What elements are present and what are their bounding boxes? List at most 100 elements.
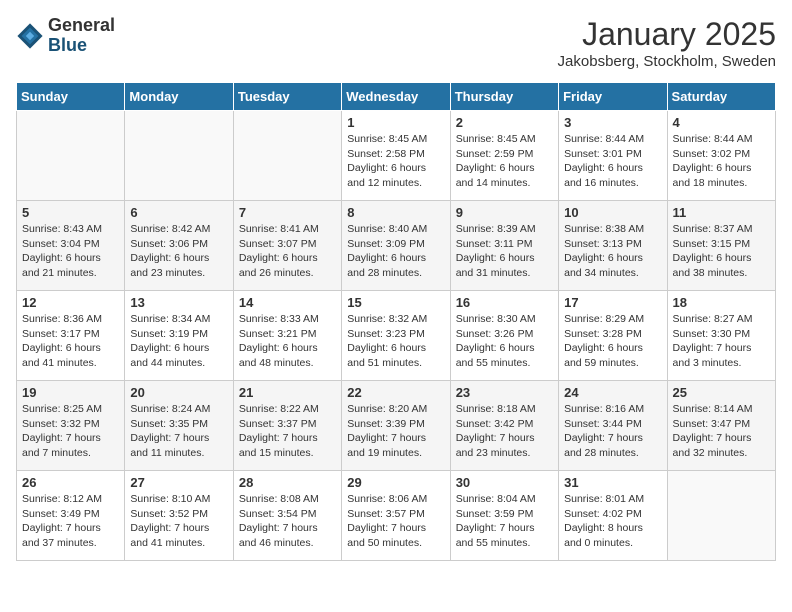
day-number: 15 xyxy=(347,295,444,310)
calendar-table: SundayMondayTuesdayWednesdayThursdayFrid… xyxy=(16,82,776,561)
calendar-cell: 19 Sunrise: 8:25 AM Sunset: 3:32 PM Dayli… xyxy=(17,381,125,471)
day-info: Sunrise: 8:41 AM Sunset: 3:07 PM Dayligh… xyxy=(239,222,336,281)
day-number: 22 xyxy=(347,385,444,400)
day-info: Sunrise: 8:37 AM Sunset: 3:15 PM Dayligh… xyxy=(673,222,770,281)
calendar-cell xyxy=(17,111,125,201)
calendar-cell: 26 Sunrise: 8:12 AM Sunset: 3:49 PM Dayli… xyxy=(17,471,125,561)
calendar-cell xyxy=(667,471,775,561)
calendar-cell: 30 Sunrise: 8:04 AM Sunset: 3:59 PM Dayli… xyxy=(450,471,558,561)
day-number: 7 xyxy=(239,205,336,220)
day-info: Sunrise: 8:42 AM Sunset: 3:06 PM Dayligh… xyxy=(130,222,227,281)
month-title: January 2025 xyxy=(558,16,776,53)
day-info: Sunrise: 8:08 AM Sunset: 3:54 PM Dayligh… xyxy=(239,492,336,551)
day-info: Sunrise: 8:25 AM Sunset: 3:32 PM Dayligh… xyxy=(22,402,119,461)
day-info: Sunrise: 8:01 AM Sunset: 4:02 PM Dayligh… xyxy=(564,492,661,551)
day-number: 21 xyxy=(239,385,336,400)
calendar-cell xyxy=(233,111,341,201)
day-info: Sunrise: 8:40 AM Sunset: 3:09 PM Dayligh… xyxy=(347,222,444,281)
day-info: Sunrise: 8:18 AM Sunset: 3:42 PM Dayligh… xyxy=(456,402,553,461)
day-info: Sunrise: 8:06 AM Sunset: 3:57 PM Dayligh… xyxy=(347,492,444,551)
day-info: Sunrise: 8:45 AM Sunset: 2:59 PM Dayligh… xyxy=(456,132,553,191)
calendar-cell: 21 Sunrise: 8:22 AM Sunset: 3:37 PM Dayli… xyxy=(233,381,341,471)
day-info: Sunrise: 8:32 AM Sunset: 3:23 PM Dayligh… xyxy=(347,312,444,371)
day-header-tuesday: Tuesday xyxy=(233,83,341,111)
week-row-5: 26 Sunrise: 8:12 AM Sunset: 3:49 PM Dayli… xyxy=(17,471,776,561)
day-number: 19 xyxy=(22,385,119,400)
calendar-cell: 29 Sunrise: 8:06 AM Sunset: 3:57 PM Dayli… xyxy=(342,471,450,561)
day-number: 26 xyxy=(22,475,119,490)
calendar-cell: 8 Sunrise: 8:40 AM Sunset: 3:09 PM Daylig… xyxy=(342,201,450,291)
day-number: 4 xyxy=(673,115,770,130)
day-number: 8 xyxy=(347,205,444,220)
day-number: 20 xyxy=(130,385,227,400)
week-row-4: 19 Sunrise: 8:25 AM Sunset: 3:32 PM Dayli… xyxy=(17,381,776,471)
day-info: Sunrise: 8:27 AM Sunset: 3:30 PM Dayligh… xyxy=(673,312,770,371)
calendar-cell: 20 Sunrise: 8:24 AM Sunset: 3:35 PM Dayli… xyxy=(125,381,233,471)
calendar-cell: 3 Sunrise: 8:44 AM Sunset: 3:01 PM Daylig… xyxy=(559,111,667,201)
day-header-monday: Monday xyxy=(125,83,233,111)
day-number: 11 xyxy=(673,205,770,220)
day-number: 16 xyxy=(456,295,553,310)
day-info: Sunrise: 8:45 AM Sunset: 2:58 PM Dayligh… xyxy=(347,132,444,191)
calendar-cell: 2 Sunrise: 8:45 AM Sunset: 2:59 PM Daylig… xyxy=(450,111,558,201)
calendar-cell: 28 Sunrise: 8:08 AM Sunset: 3:54 PM Dayli… xyxy=(233,471,341,561)
calendar-cell: 9 Sunrise: 8:39 AM Sunset: 3:11 PM Daylig… xyxy=(450,201,558,291)
day-info: Sunrise: 8:12 AM Sunset: 3:49 PM Dayligh… xyxy=(22,492,119,551)
day-number: 31 xyxy=(564,475,661,490)
calendar-cell: 5 Sunrise: 8:43 AM Sunset: 3:04 PM Daylig… xyxy=(17,201,125,291)
calendar-cell: 14 Sunrise: 8:33 AM Sunset: 3:21 PM Dayli… xyxy=(233,291,341,381)
day-number: 9 xyxy=(456,205,553,220)
day-info: Sunrise: 8:33 AM Sunset: 3:21 PM Dayligh… xyxy=(239,312,336,371)
day-header-wednesday: Wednesday xyxy=(342,83,450,111)
day-info: Sunrise: 8:39 AM Sunset: 3:11 PM Dayligh… xyxy=(456,222,553,281)
logo-general: General xyxy=(48,16,115,36)
day-number: 12 xyxy=(22,295,119,310)
calendar-cell: 4 Sunrise: 8:44 AM Sunset: 3:02 PM Daylig… xyxy=(667,111,775,201)
day-info: Sunrise: 8:30 AM Sunset: 3:26 PM Dayligh… xyxy=(456,312,553,371)
day-number: 14 xyxy=(239,295,336,310)
calendar-cell: 13Sunrise: 8:34 AM Sunset: 3:19 PM Dayli… xyxy=(125,291,233,381)
calendar-cell: 1 Sunrise: 8:45 AM Sunset: 2:58 PM Daylig… xyxy=(342,111,450,201)
day-info: Sunrise: 8:43 AM Sunset: 3:04 PM Dayligh… xyxy=(22,222,119,281)
day-info: Sunrise: 8:36 AM Sunset: 3:17 PM Dayligh… xyxy=(22,312,119,371)
calendar-cell: 22 Sunrise: 8:20 AM Sunset: 3:39 PM Dayli… xyxy=(342,381,450,471)
day-header-friday: Friday xyxy=(559,83,667,111)
day-number: 25 xyxy=(673,385,770,400)
day-number: 29 xyxy=(347,475,444,490)
logo-text: General Blue xyxy=(48,16,115,56)
day-number: 24 xyxy=(564,385,661,400)
calendar-cell: 15 Sunrise: 8:32 AM Sunset: 3:23 PM Dayli… xyxy=(342,291,450,381)
day-number: 5 xyxy=(22,205,119,220)
day-info: Sunrise: 8:44 AM Sunset: 3:02 PM Dayligh… xyxy=(673,132,770,191)
day-info: Sunrise: 8:22 AM Sunset: 3:37 PM Dayligh… xyxy=(239,402,336,461)
day-number: 28 xyxy=(239,475,336,490)
title-block: January 2025 Jakobsberg, Stockholm, Swed… xyxy=(558,16,776,70)
calendar-cell: 24 Sunrise: 8:16 AM Sunset: 3:44 PM Dayli… xyxy=(559,381,667,471)
logo-blue: Blue xyxy=(48,36,115,56)
logo-icon xyxy=(16,22,44,50)
week-row-2: 5 Sunrise: 8:43 AM Sunset: 3:04 PM Daylig… xyxy=(17,201,776,291)
page-header: General Blue January 2025 Jakobsberg, St… xyxy=(16,16,776,70)
day-number: 1 xyxy=(347,115,444,130)
day-number: 6 xyxy=(130,205,227,220)
day-header-sunday: Sunday xyxy=(17,83,125,111)
day-info: Sunrise: 8:24 AM Sunset: 3:35 PM Dayligh… xyxy=(130,402,227,461)
day-number: 3 xyxy=(564,115,661,130)
day-info: Sunrise: 8:29 AM Sunset: 3:28 PM Dayligh… xyxy=(564,312,661,371)
day-info: Sunrise: 8:10 AM Sunset: 3:52 PM Dayligh… xyxy=(130,492,227,551)
location: Jakobsberg, Stockholm, Sweden xyxy=(558,53,776,70)
calendar-cell: 10Sunrise: 8:38 AM Sunset: 3:13 PM Dayli… xyxy=(559,201,667,291)
logo: General Blue xyxy=(16,16,115,56)
calendar-cell: 11 Sunrise: 8:37 AM Sunset: 3:15 PM Dayli… xyxy=(667,201,775,291)
day-number: 2 xyxy=(456,115,553,130)
calendar-cell: 18Sunrise: 8:27 AM Sunset: 3:30 PM Dayli… xyxy=(667,291,775,381)
calendar-cell: 27Sunrise: 8:10 AM Sunset: 3:52 PM Dayli… xyxy=(125,471,233,561)
day-number: 30 xyxy=(456,475,553,490)
day-info: Sunrise: 8:20 AM Sunset: 3:39 PM Dayligh… xyxy=(347,402,444,461)
day-number: 13 xyxy=(130,295,227,310)
day-info: Sunrise: 8:16 AM Sunset: 3:44 PM Dayligh… xyxy=(564,402,661,461)
day-info: Sunrise: 8:04 AM Sunset: 3:59 PM Dayligh… xyxy=(456,492,553,551)
day-number: 23 xyxy=(456,385,553,400)
day-info: Sunrise: 8:44 AM Sunset: 3:01 PM Dayligh… xyxy=(564,132,661,191)
calendar-cell: 6 Sunrise: 8:42 AM Sunset: 3:06 PM Daylig… xyxy=(125,201,233,291)
